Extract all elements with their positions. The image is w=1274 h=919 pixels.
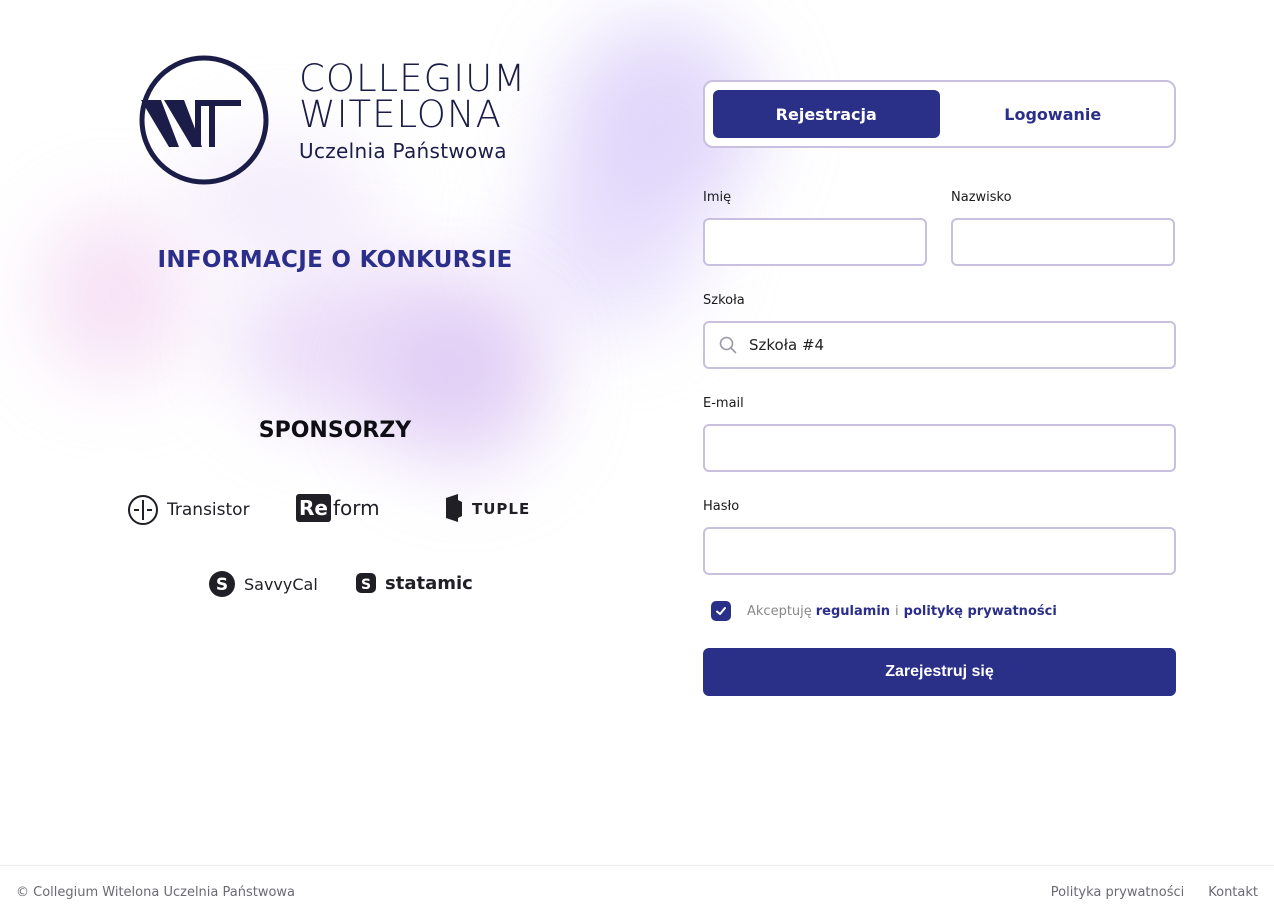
left-panel: COLLEGIUM WITELONA Uczelnia Państwowa IN… bbox=[0, 0, 670, 860]
tab-registration[interactable]: Rejestracja bbox=[713, 90, 940, 138]
logo-line-2: WITELONA bbox=[299, 93, 502, 136]
transistor-logo-icon bbox=[128, 495, 158, 525]
sponsor-name: statamic bbox=[385, 572, 473, 594]
last-name-label: Nazwisko bbox=[951, 190, 1012, 205]
sponsor-savvycal: S SavvyCal bbox=[208, 570, 318, 598]
footer-copyright: © Collegium Witelona Uczelnia Państwowa bbox=[16, 885, 296, 900]
check-icon bbox=[716, 607, 726, 615]
school-value: Szkoła #4 bbox=[749, 336, 825, 354]
password-group: Hasło bbox=[703, 499, 1176, 575]
savvycal-logo-icon: S bbox=[209, 571, 235, 597]
footer: © Collegium Witelona Uczelnia Państwowa … bbox=[0, 865, 1274, 919]
reform-logo-icon: Re bbox=[296, 494, 331, 522]
search-icon bbox=[719, 336, 737, 354]
footer-privacy-link[interactable]: Polityka prywatności bbox=[1051, 885, 1184, 900]
sponsor-tuple: TUPLE bbox=[444, 494, 530, 524]
svg-text:S: S bbox=[216, 575, 228, 595]
witelona-emblem-icon bbox=[139, 55, 269, 185]
privacy-policy-link[interactable]: politykę prywatności bbox=[904, 604, 1057, 619]
school-search-field[interactable]: Szkoła #4 bbox=[703, 321, 1176, 369]
sponsor-reform: Re form bbox=[296, 494, 380, 522]
auth-tabs: Rejestracja Logowanie bbox=[703, 80, 1176, 148]
email-label: E-mail bbox=[703, 396, 744, 411]
password-field[interactable] bbox=[703, 527, 1176, 575]
register-button[interactable]: Zarejestruj się bbox=[703, 648, 1176, 696]
registration-panel: Rejestracja Logowanie Imię Nazwisko Szko… bbox=[703, 80, 1176, 696]
first-name-field[interactable] bbox=[703, 218, 927, 266]
consent-checkbox[interactable] bbox=[711, 601, 731, 621]
logo-line-1: COLLEGIUM bbox=[299, 57, 527, 100]
sponsor-statamic: S statamic bbox=[355, 572, 473, 594]
university-logo: COLLEGIUM WITELONA Uczelnia Państwowa bbox=[139, 55, 539, 190]
sponsor-transistor: Transistor bbox=[127, 494, 250, 526]
footer-contact-link[interactable]: Kontakt bbox=[1208, 885, 1258, 900]
logo-text: COLLEGIUM WITELONA Uczelnia Państwowa bbox=[299, 57, 527, 163]
consent-row: Akceptuję regulamin i politykę prywatnoś… bbox=[703, 601, 1176, 621]
last-name-group: Nazwisko bbox=[951, 190, 1175, 266]
sponsor-name: SavvyCal bbox=[244, 574, 318, 594]
password-label: Hasło bbox=[703, 499, 740, 514]
contest-info-link[interactable]: INFORMACJE O KONKURSIE bbox=[0, 247, 670, 273]
email-field[interactable] bbox=[703, 424, 1176, 472]
first-name-label: Imię bbox=[703, 190, 732, 205]
school-label: Szkoła bbox=[703, 293, 745, 308]
school-group: Szkoła Szkoła #4 bbox=[703, 293, 1176, 369]
footer-links: Polityka prywatności Kontakt bbox=[1051, 885, 1258, 900]
consent-prefix: Akceptuję bbox=[747, 603, 812, 619]
tab-login[interactable]: Logowanie bbox=[940, 90, 1167, 138]
first-name-group: Imię bbox=[703, 190, 927, 266]
sponsor-name: Transistor bbox=[167, 500, 250, 520]
sponsor-name: TUPLE bbox=[472, 500, 531, 518]
svg-text:S: S bbox=[361, 577, 371, 593]
sponsor-name: form bbox=[332, 496, 380, 520]
tuple-logo-icon bbox=[446, 494, 462, 522]
statamic-logo-icon: S bbox=[356, 573, 376, 593]
last-name-field[interactable] bbox=[951, 218, 1175, 266]
consent-and: i bbox=[895, 603, 899, 619]
logo-line-3: Uczelnia Państwowa bbox=[299, 139, 507, 163]
email-group: E-mail bbox=[703, 396, 1176, 472]
terms-link[interactable]: regulamin bbox=[816, 604, 890, 619]
sponsors-title: SPONSORZY bbox=[258, 418, 412, 443]
